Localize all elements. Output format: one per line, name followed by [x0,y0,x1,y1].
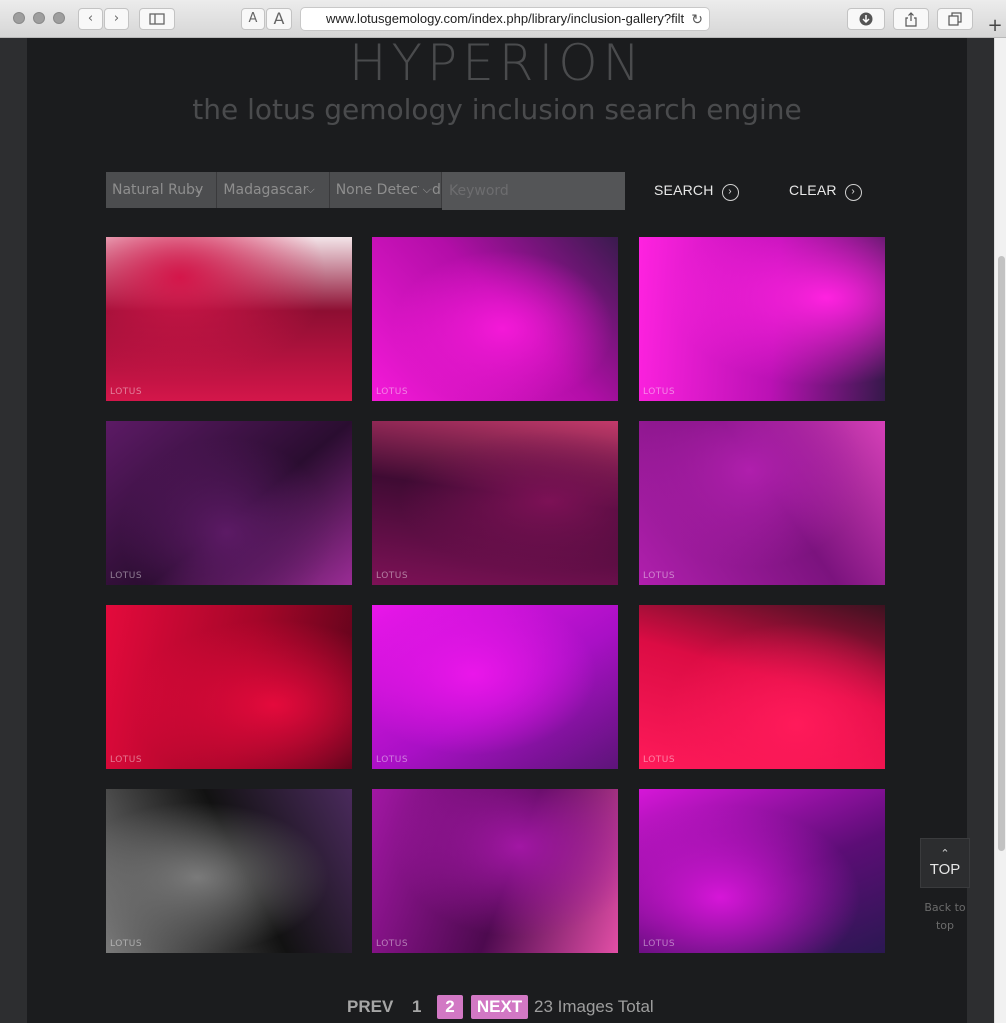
zoom-window-button[interactable] [53,12,65,24]
reload-icon[interactable]: ↻ [691,8,703,30]
new-tab-button[interactable]: + [984,16,1006,38]
prev-page-link[interactable]: PREV [347,996,393,1018]
minimize-window-button[interactable] [33,12,45,24]
treatment-select[interactable]: None Detected ⌵ [330,172,442,208]
tabs-overview-button[interactable] [937,8,973,30]
brand-title: HYPERION [348,38,646,90]
gallery-image[interactable]: LOTUS [372,237,618,401]
lotus-watermark: LOTUS [376,939,409,949]
lotus-watermark: LOTUS [376,387,409,397]
images-total-count: 23 Images Total [534,997,654,1016]
gallery-image[interactable]: LOTUS [106,605,352,769]
clear-button[interactable]: CLEAR › [789,180,862,201]
forward-button[interactable]: › [104,8,129,30]
sidebar-icon [149,13,165,25]
sidebar-button[interactable] [139,8,175,30]
gallery-image[interactable]: LOTUS [639,789,885,953]
scrollbar-thumb[interactable] [998,256,1005,851]
gem-select[interactable]: Natural Ruby ⌵ [106,172,218,208]
filter-bar: Natural Ruby ⌵ Madagascar ⌵ None Detecte… [106,172,625,210]
lotus-watermark: LOTUS [643,755,676,765]
url-text: www.lotusgemology.com/index.php/library/… [326,11,685,26]
lotus-watermark: LOTUS [643,571,676,581]
arrow-right-circle-icon: › [721,184,739,201]
search-button[interactable]: SEARCH › [654,180,739,201]
scrollbar[interactable] [994,38,1006,1023]
gallery-image[interactable]: LOTUS [372,605,618,769]
origin-select[interactable]: Madagascar ⌵ [217,172,330,208]
gallery-image[interactable]: LOTUS [106,237,352,401]
share-button[interactable] [893,8,929,30]
back-to-top-caption-line2: top [935,919,955,932]
arrow-right-circle-icon: › [844,184,862,201]
gem-select-value: Natural Ruby [112,182,204,198]
lotus-watermark: LOTUS [110,571,143,581]
page-1-link[interactable]: 1 [412,996,421,1018]
chevron-up-icon: ⌃ [940,848,950,860]
next-page-link[interactable]: NEXT [471,995,528,1019]
gallery-image[interactable]: LOTUS [639,605,885,769]
gallery-image[interactable]: LOTUS [639,237,885,401]
lotus-watermark: LOTUS [110,939,143,949]
text-larger-button[interactable]: A [266,8,292,30]
close-window-button[interactable] [13,12,25,24]
lotus-watermark: LOTUS [110,387,143,397]
download-icon [859,12,873,26]
chevron-down-icon: ⌵ [194,183,203,196]
keyword-input[interactable] [441,172,625,210]
lotus-watermark: LOTUS [376,571,409,581]
gallery-image[interactable]: LOTUS [639,421,885,585]
back-button[interactable]: ‹ [78,8,103,30]
text-smaller-button[interactable]: A [241,8,265,30]
lotus-watermark: LOTUS [643,387,676,397]
clear-label: CLEAR [789,182,837,198]
pagination: PREV 1 2 NEXT 23 Images Total [27,992,967,1022]
page-2-current[interactable]: 2 [437,995,463,1019]
text-small-icon: A [248,11,258,26]
chevron-down-icon: ⌵ [306,183,315,196]
lotus-watermark: LOTUS [110,755,143,765]
lotus-watermark: LOTUS [376,755,409,765]
share-icon [905,12,917,27]
gallery-image[interactable]: LOTUS [372,421,618,585]
downloads-button[interactable] [847,8,885,30]
text-large-icon: A [273,9,285,28]
gallery-image[interactable]: LOTUS [106,421,352,585]
origin-select-value: Madagascar [223,182,309,198]
top-label: TOP [929,861,961,878]
browser-toolbar: ‹ › A A www.lotusgemology.com/index.php/… [0,0,1006,38]
tabs-icon [948,12,962,26]
lotus-watermark: LOTUS [643,939,676,949]
search-label: SEARCH [654,182,714,198]
back-to-top-button[interactable]: ⌃ TOP [920,838,970,888]
chevron-right-icon: › [113,11,120,26]
page: HYPERION the lotus gemology inclusion se… [27,38,970,1023]
chevron-down-icon: ⌵ [418,172,431,208]
gallery-image[interactable]: LOTUS [372,789,618,953]
tagline: the lotus gemology inclusion search engi… [192,93,802,126]
gallery-image[interactable]: LOTUS [106,789,352,953]
back-to-top-caption-line1: Back to [924,901,966,914]
back-to-top-caption: Back to top [920,899,970,935]
address-bar[interactable]: www.lotusgemology.com/index.php/library/… [300,7,710,31]
chevron-left-icon: ‹ [87,11,94,26]
